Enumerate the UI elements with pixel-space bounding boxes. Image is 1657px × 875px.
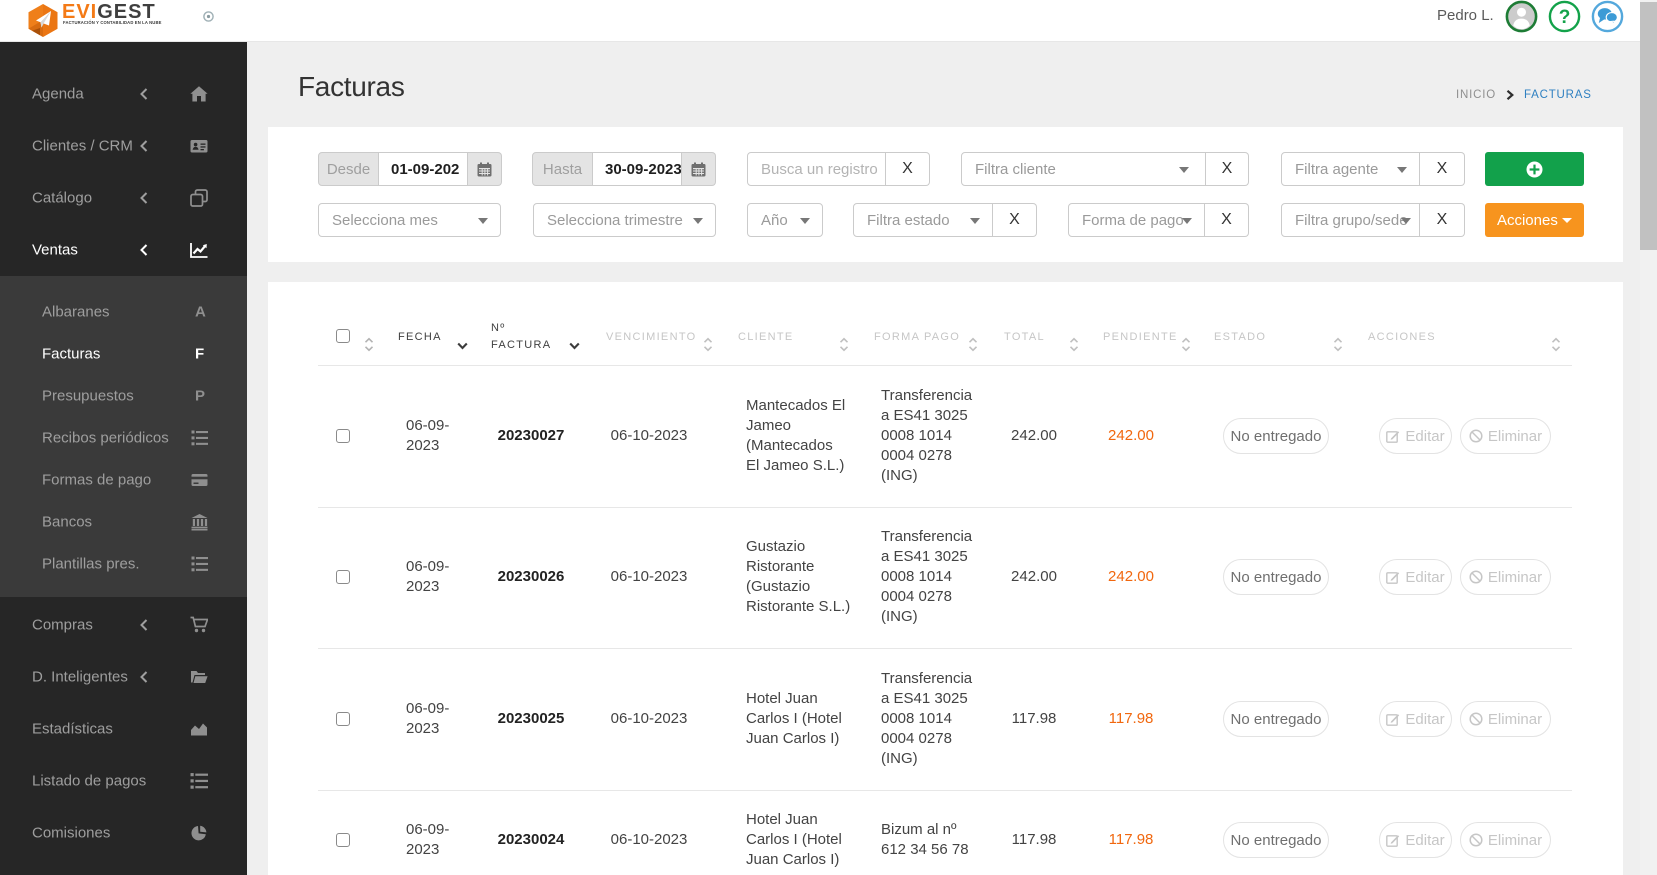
svg-text:?: ? — [1559, 7, 1571, 28]
